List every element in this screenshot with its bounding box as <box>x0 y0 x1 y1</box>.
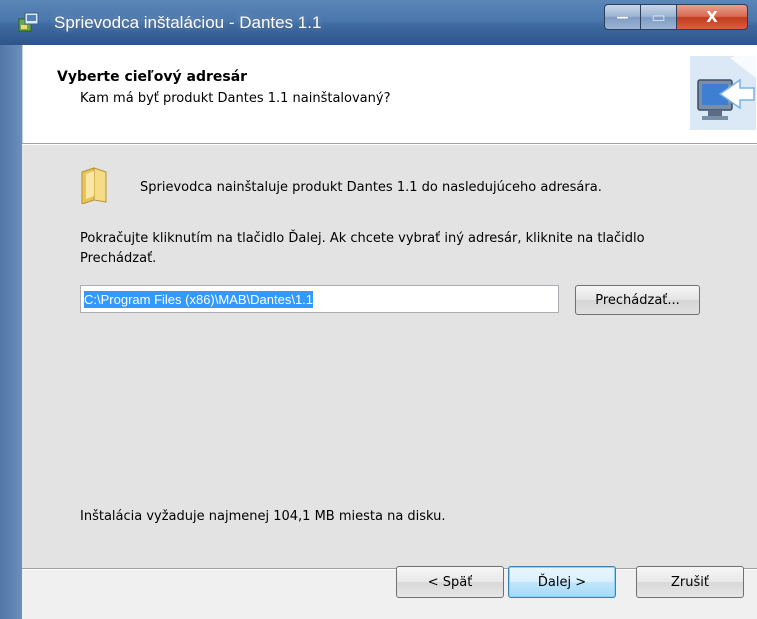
disk-space-requirement: Inštalácia vyžaduje najmenej 104,1 MB mi… <box>80 509 446 524</box>
wizard-header: Vyberte cieľový adresár Kam má byť produ… <box>22 45 757 143</box>
next-button[interactable]: Ďalej > <box>508 566 616 598</box>
maximize-button[interactable]: ▭ <box>640 4 677 30</box>
window-title: Sprievodca inštaláciou - Dantes 1.1 <box>54 13 322 32</box>
installer-app-icon <box>18 12 39 32</box>
page-title: Vyberte cieľový adresár <box>57 69 248 85</box>
install-path-input[interactable]: C:\Program Files (x86)\MAB\Dantes\1.1 <box>80 285 559 313</box>
back-button[interactable]: < Späť <box>396 566 504 598</box>
close-icon: X <box>706 8 718 26</box>
computer-arrow-icon <box>690 48 756 140</box>
folder-icon <box>81 167 107 204</box>
minimize-icon: — <box>616 10 629 24</box>
wizard-content: Sprievodca nainštaluje produkt Dantes 1.… <box>22 145 757 568</box>
wizard-footer: < Späť Ďalej > Zrušiť <box>22 566 757 619</box>
browse-button[interactable]: Prechádzať... <box>575 285 700 315</box>
instruction-text: Pokračujte kliknutím na tlačidlo Ďalej. … <box>80 231 645 266</box>
cancel-button[interactable]: Zrušiť <box>636 566 744 598</box>
minimize-button[interactable]: — <box>604 4 641 30</box>
installer-window: Sprievodca inštaláciou - Dantes 1.1 — ▭ … <box>0 0 757 619</box>
install-path-value: C:\Program Files (x86)\MAB\Dantes\1.1 <box>84 290 314 308</box>
intro-text: Sprievodca nainštaluje produkt Dantes 1.… <box>140 180 602 195</box>
maximize-icon: ▭ <box>651 8 666 26</box>
window-frame-left <box>0 45 22 619</box>
close-button[interactable]: X <box>676 4 748 30</box>
page-subtitle: Kam má byť produkt Dantes 1.1 nainštalov… <box>80 91 391 106</box>
title-bar[interactable]: Sprievodca inštaláciou - Dantes 1.1 — ▭ … <box>0 0 757 45</box>
